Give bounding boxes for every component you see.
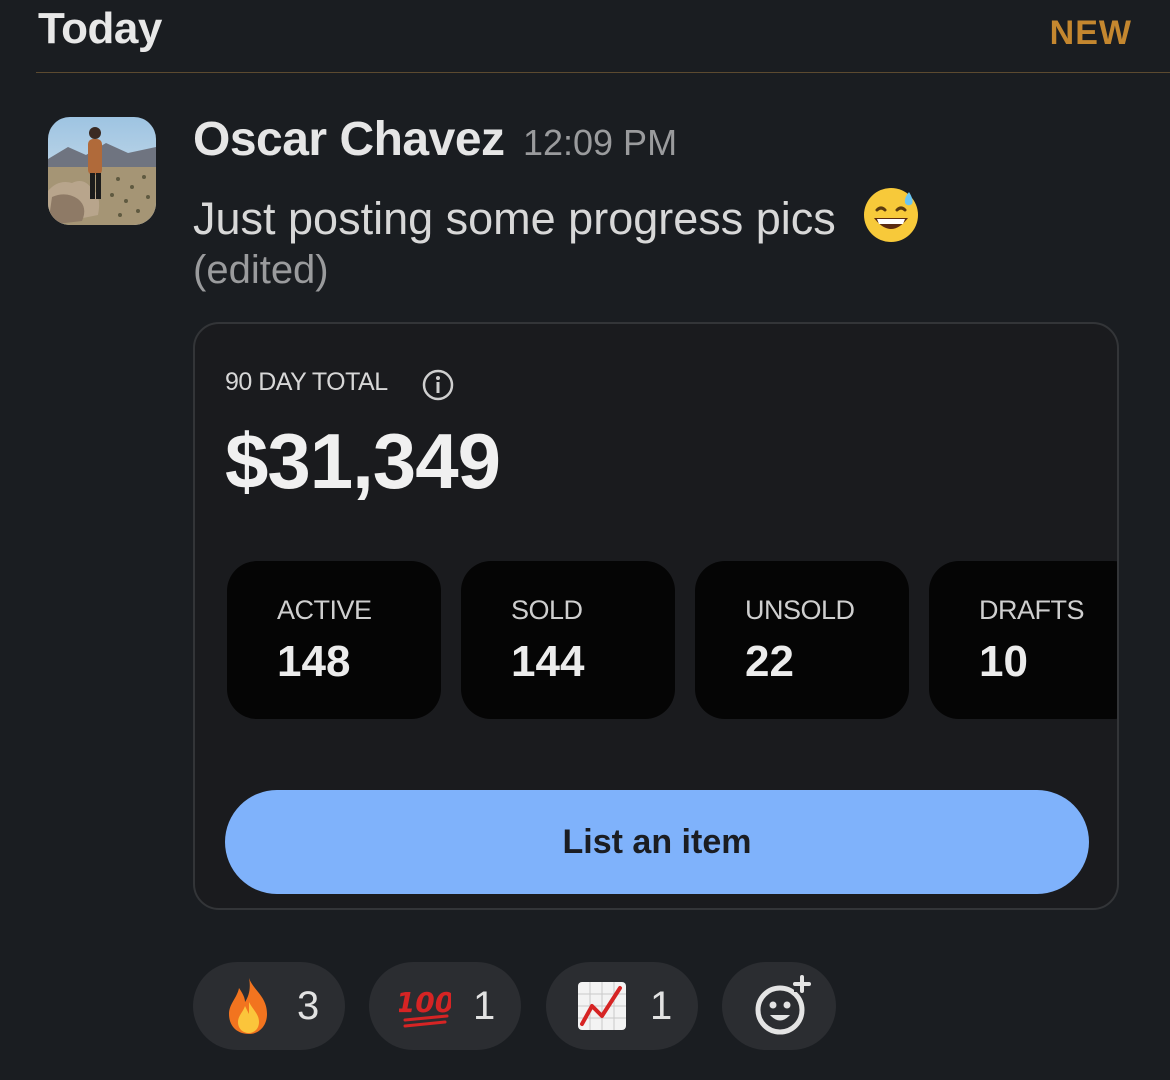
chart-increasing-icon bbox=[576, 976, 628, 1036]
day-divider-header: Today NEW bbox=[36, 0, 1170, 73]
message-body: Just posting some progress pics bbox=[193, 193, 836, 244]
stat-sold: SOLD 144 bbox=[461, 561, 675, 719]
reaction-fire[interactable]: 3 bbox=[193, 962, 345, 1050]
day-divider-label: Today bbox=[38, 4, 162, 53]
reaction-chart[interactable]: 1 bbox=[546, 962, 698, 1050]
svg-text:100: 100 bbox=[399, 986, 451, 1019]
grinning-sweat-emoji-icon bbox=[862, 186, 920, 244]
stat-value: 144 bbox=[511, 637, 585, 686]
attached-screenshot-card[interactable]: 90 DAY TOTAL $31,349 ACTIVE 148 SOLD 144… bbox=[193, 322, 1119, 910]
list-an-item-button: List an item bbox=[225, 790, 1089, 894]
add-reaction-icon bbox=[750, 974, 814, 1043]
stat-label: UNSOLD bbox=[745, 595, 855, 625]
info-icon bbox=[421, 368, 455, 402]
stat-label: SOLD bbox=[511, 595, 583, 625]
reaction-count: 1 bbox=[650, 983, 673, 1028]
stat-drafts: DRAFTS 10 bbox=[929, 561, 1117, 719]
reaction-count: 3 bbox=[297, 983, 320, 1028]
message-header: Oscar Chavez 12:09 PM bbox=[193, 112, 677, 167]
stat-active: ACTIVE 148 bbox=[227, 561, 441, 719]
edited-indicator: (edited) bbox=[193, 248, 329, 292]
total-label: 90 DAY TOTAL bbox=[225, 368, 388, 396]
message-text: Just posting some progress pics bbox=[193, 186, 920, 245]
add-reaction-button[interactable] bbox=[722, 962, 836, 1050]
stat-value: 10 bbox=[979, 637, 1028, 686]
stat-unsold: UNSOLD 22 bbox=[695, 561, 909, 719]
fire-icon bbox=[223, 976, 275, 1036]
stat-value: 22 bbox=[745, 637, 794, 686]
total-value: $31,349 bbox=[225, 417, 501, 505]
reaction-hundred[interactable]: 100 1 bbox=[369, 962, 521, 1050]
author-name[interactable]: Oscar Chavez bbox=[193, 113, 505, 166]
stat-label: ACTIVE bbox=[277, 595, 372, 625]
message-timestamp[interactable]: 12:09 PM bbox=[523, 122, 677, 163]
new-messages-badge[interactable]: NEW bbox=[1050, 14, 1132, 53]
stat-value: 148 bbox=[277, 637, 351, 686]
reaction-count: 1 bbox=[473, 983, 496, 1028]
avatar[interactable] bbox=[48, 117, 156, 225]
stat-label: DRAFTS bbox=[979, 595, 1085, 625]
hundred-points-icon: 100 bbox=[396, 976, 454, 1036]
